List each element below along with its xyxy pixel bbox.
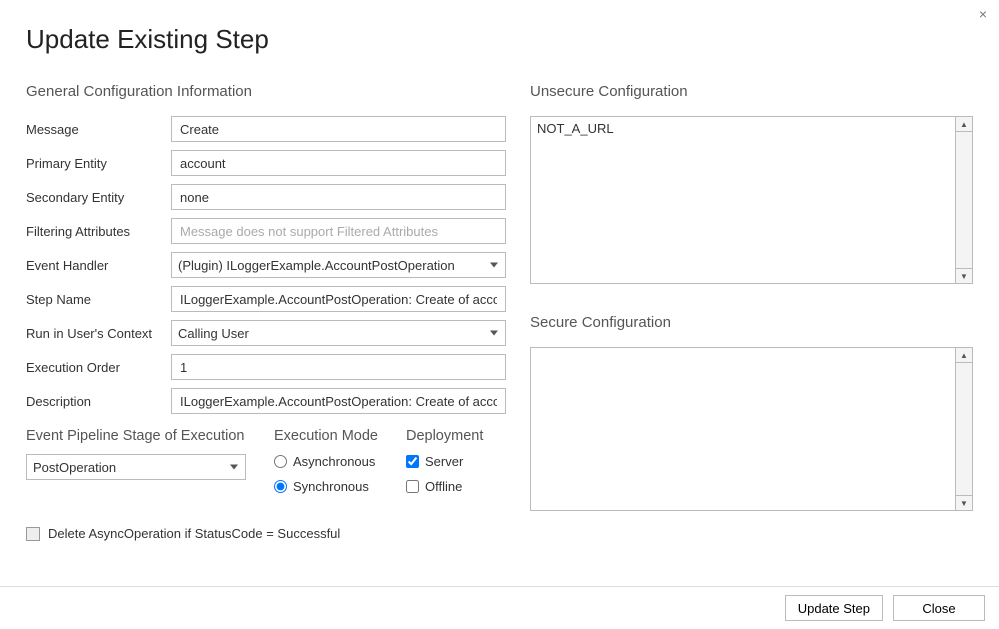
secure-config-title: Secure Configuration: [530, 314, 973, 331]
deployment-offline-checkbox[interactable]: [406, 480, 419, 493]
label-message: Message: [26, 122, 171, 137]
label-event-handler: Event Handler: [26, 258, 171, 273]
event-handler-select[interactable]: [171, 252, 506, 278]
label-description: Description: [26, 394, 171, 409]
label-primary-entity: Primary Entity: [26, 156, 171, 171]
filtering-attributes-input: [171, 218, 506, 244]
execution-mode-title: Execution Mode: [274, 428, 378, 444]
unsecure-config-title: Unsecure Configuration: [530, 83, 973, 100]
right-column: Unsecure Configuration ▲ ▼ Secure Config…: [530, 83, 973, 541]
exec-mode-async-label: Asynchronous: [293, 454, 375, 469]
close-button[interactable]: Close: [893, 595, 985, 621]
run-context-select[interactable]: [171, 320, 506, 346]
step-name-input[interactable]: [171, 286, 506, 312]
close-icon[interactable]: ×: [979, 6, 987, 22]
deployment-server-checkbox[interactable]: [406, 455, 419, 468]
label-run-context: Run in User's Context: [26, 326, 171, 341]
delete-async-label: Delete AsyncOperation if StatusCode = Su…: [48, 526, 340, 541]
primary-entity-input[interactable]: [171, 150, 506, 176]
label-execution-order: Execution Order: [26, 360, 171, 375]
label-step-name: Step Name: [26, 292, 171, 307]
dialog-body: Update Existing Step General Configurati…: [0, 0, 999, 541]
secure-scroll-up[interactable]: ▲: [955, 347, 973, 363]
exec-mode-async-radio[interactable]: [274, 455, 287, 468]
dialog-footer: Update Step Close: [0, 586, 999, 629]
secure-config-textarea[interactable]: [531, 348, 955, 510]
left-column: General Configuration Information Messag…: [26, 83, 506, 541]
label-filtering-attributes: Filtering Attributes: [26, 224, 171, 239]
deployment-server-label: Server: [425, 454, 463, 469]
dialog-title: Update Existing Step: [26, 24, 973, 55]
unsecure-scroll-down[interactable]: ▼: [955, 268, 973, 284]
update-step-button[interactable]: Update Step: [785, 595, 883, 621]
secure-scroll: ▲ ▼: [955, 348, 972, 510]
delete-async-checkbox: [26, 527, 40, 541]
unsecure-config-textarea[interactable]: [531, 117, 955, 283]
exec-mode-sync-radio[interactable]: [274, 480, 287, 493]
description-input[interactable]: [171, 388, 506, 414]
deployment-offline[interactable]: Offline: [406, 479, 483, 494]
message-input[interactable]: [171, 116, 506, 142]
pipeline-stage-select[interactable]: [26, 454, 246, 480]
label-secondary-entity: Secondary Entity: [26, 190, 171, 205]
delete-async-row: Delete AsyncOperation if StatusCode = Su…: [26, 526, 506, 541]
deployment-server[interactable]: Server: [406, 454, 483, 469]
general-config-title: General Configuration Information: [26, 83, 506, 100]
secure-config-area: ▲ ▼: [530, 347, 973, 511]
exec-mode-async[interactable]: Asynchronous: [274, 454, 378, 469]
exec-mode-sync-label: Synchronous: [293, 479, 369, 494]
unsecure-scroll: ▲ ▼: [955, 117, 972, 283]
execution-order-input[interactable]: [171, 354, 506, 380]
exec-mode-sync[interactable]: Synchronous: [274, 479, 378, 494]
deployment-title: Deployment: [406, 428, 483, 444]
secure-scroll-down[interactable]: ▼: [955, 495, 973, 511]
unsecure-scroll-up[interactable]: ▲: [955, 116, 973, 132]
pipeline-stage-title: Event Pipeline Stage of Execution: [26, 428, 246, 444]
unsecure-config-area: ▲ ▼: [530, 116, 973, 284]
deployment-offline-label: Offline: [425, 479, 462, 494]
secondary-entity-input[interactable]: [171, 184, 506, 210]
